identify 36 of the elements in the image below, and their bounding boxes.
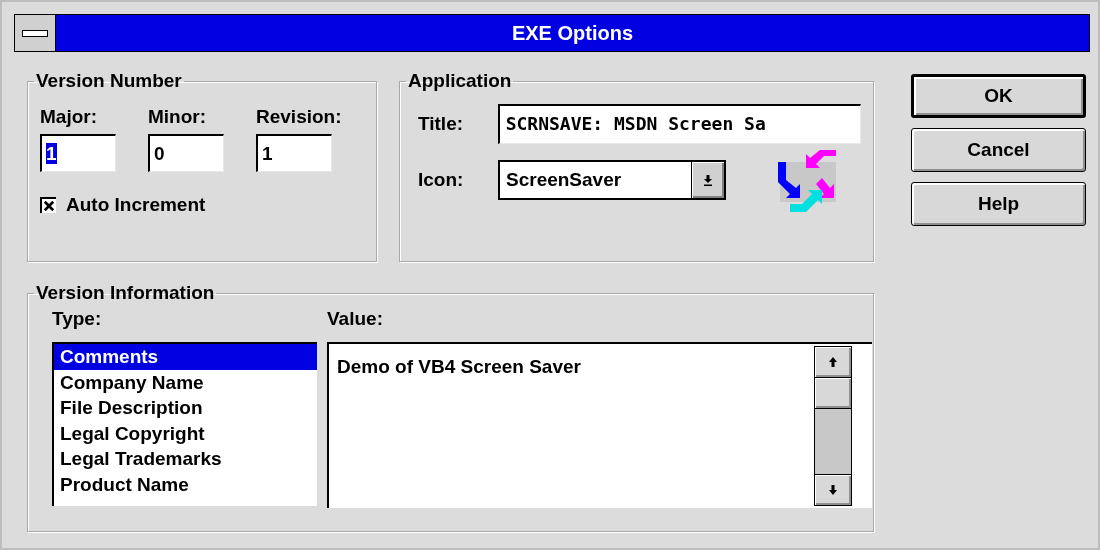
list-item[interactable]: Comments [54,344,317,370]
dropdown-button[interactable] [691,162,724,198]
list-item[interactable]: Product Name [54,471,317,497]
group-label: Application [407,70,513,92]
input-field[interactable]: SCRNSAVE: MSDN Screen Sa [497,104,861,144]
group-label: Version Number [35,70,183,92]
dialog-button[interactable]: OK [911,74,1086,118]
system-menu-button[interactable] [15,15,56,51]
dropdown[interactable]: ScreenSaver [498,160,726,200]
input-field[interactable]: 1 [40,134,116,172]
scroll-thumb[interactable] [815,378,851,409]
field-label: Value: [327,308,384,330]
dialog-button[interactable]: Cancel [911,128,1086,172]
checkbox[interactable] [40,197,56,213]
field-label: Title: [417,113,465,135]
group-label: Version Information [35,282,216,304]
field-label: Type: [52,308,103,330]
list-item[interactable]: Legal Trademarks [54,446,317,472]
arrow-up-icon [828,356,838,368]
scroll-down-button[interactable] [815,474,851,505]
list-item[interactable]: Legal Copyright [54,420,317,446]
scrollbar[interactable] [814,346,852,506]
input-field[interactable]: 0 [148,134,224,172]
list-item[interactable]: File Description [54,395,317,421]
arrow-down-icon [828,484,838,496]
field-label: Revision: [256,106,342,128]
list-item[interactable]: Company Name [54,369,317,395]
dialog-button[interactable]: Help [911,182,1086,226]
scroll-up-button[interactable] [815,347,851,378]
checkbox-label: Auto Increment [66,194,206,216]
arrow-down-icon [703,174,713,186]
window-title: EXE Options [510,21,635,46]
input-field[interactable]: 1 [256,134,332,172]
field-label: Icon: [417,169,465,191]
field-label: Minor: [148,106,208,128]
field-label: Major: [40,106,98,128]
